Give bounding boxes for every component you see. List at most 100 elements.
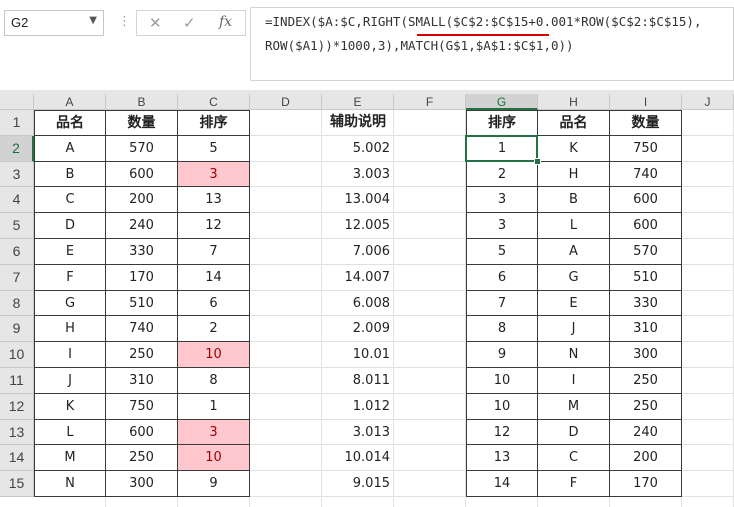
table-cell[interactable]: 3 xyxy=(178,161,250,188)
row-header-6[interactable]: 6 xyxy=(0,239,34,265)
table-cell[interactable]: 10 xyxy=(178,445,250,472)
result-cell[interactable]: 510 xyxy=(610,264,682,291)
table-cell[interactable]: 1 xyxy=(178,393,250,420)
result-cell[interactable]: 250 xyxy=(610,368,682,394)
row-header-9[interactable]: 9 xyxy=(0,316,34,343)
table-cell[interactable]: 330 xyxy=(106,239,178,265)
column-header-b[interactable]: B xyxy=(106,94,178,110)
table-cell[interactable]: 8 xyxy=(178,368,250,394)
result-cell[interactable]: 6 xyxy=(466,264,538,291)
helper-cell[interactable]: 3.003 xyxy=(322,162,394,188)
result-cell[interactable]: 310 xyxy=(610,316,682,343)
result-cell[interactable]: 170 xyxy=(610,471,682,497)
row-header-2[interactable]: 2 xyxy=(0,135,34,162)
table-cell[interactable]: 740 xyxy=(106,316,178,343)
result-cell[interactable]: E xyxy=(538,290,610,317)
table-header-cell[interactable]: 排序 xyxy=(178,110,250,136)
table-cell[interactable]: L xyxy=(34,419,106,446)
table-cell[interactable]: 10 xyxy=(178,342,250,368)
result-header-cell[interactable]: 排序 xyxy=(466,110,538,136)
helper-header-cell[interactable]: 辅助说明 xyxy=(322,110,394,136)
column-header-j[interactable]: J xyxy=(682,94,734,110)
cancel-icon[interactable]: ✕ xyxy=(149,14,162,32)
helper-cell[interactable]: 5.002 xyxy=(322,136,394,162)
result-cell[interactable]: I xyxy=(538,368,610,394)
table-cell[interactable]: 6 xyxy=(178,290,250,317)
table-cell[interactable]: 750 xyxy=(106,393,178,420)
table-cell[interactable]: A xyxy=(34,135,106,162)
result-cell[interactable]: J xyxy=(538,316,610,343)
chevron-down-icon[interactable]: ▼ xyxy=(89,15,97,26)
table-cell[interactable]: 2 xyxy=(178,316,250,343)
helper-cell[interactable]: 14.007 xyxy=(322,265,394,291)
result-cell[interactable]: 12 xyxy=(466,419,538,446)
helper-cell[interactable]: 6.008 xyxy=(322,291,394,317)
result-cell[interactable]: 10 xyxy=(466,393,538,420)
table-cell[interactable]: E xyxy=(34,239,106,265)
confirm-icon[interactable]: ✓ xyxy=(183,14,196,32)
result-cell[interactable]: 5 xyxy=(466,239,538,265)
result-cell[interactable]: 240 xyxy=(610,419,682,446)
table-cell[interactable]: 250 xyxy=(106,342,178,368)
table-cell[interactable]: 250 xyxy=(106,445,178,472)
table-cell[interactable]: 310 xyxy=(106,368,178,394)
column-header-g[interactable]: G xyxy=(466,94,538,110)
row-header-3[interactable]: 3 xyxy=(0,161,34,188)
helper-cell[interactable]: 2.009 xyxy=(322,316,394,342)
table-cell[interactable]: 510 xyxy=(106,290,178,317)
table-header-cell[interactable]: 数量 xyxy=(106,110,178,136)
row-header-13[interactable]: 13 xyxy=(0,419,34,446)
result-cell[interactable]: 8 xyxy=(466,316,538,343)
result-cell[interactable]: 330 xyxy=(610,290,682,317)
table-cell[interactable]: 14 xyxy=(178,264,250,291)
table-cell[interactable]: F xyxy=(34,264,106,291)
result-cell[interactable]: F xyxy=(538,471,610,497)
table-cell[interactable]: K xyxy=(34,393,106,420)
table-cell[interactable]: 200 xyxy=(106,187,178,214)
column-header-h[interactable]: H xyxy=(538,94,610,110)
table-header-cell[interactable]: 品名 xyxy=(34,110,106,136)
helper-cell[interactable]: 10.01 xyxy=(322,342,394,368)
table-cell[interactable]: C xyxy=(34,187,106,214)
result-cell[interactable]: 14 xyxy=(466,471,538,497)
result-header-cell[interactable]: 数量 xyxy=(610,110,682,136)
table-cell[interactable]: 600 xyxy=(106,419,178,446)
fill-handle[interactable] xyxy=(534,157,541,165)
table-cell[interactable]: 12 xyxy=(178,213,250,239)
table-cell[interactable]: 570 xyxy=(106,135,178,162)
result-cell[interactable]: K xyxy=(538,135,610,162)
result-cell[interactable]: C xyxy=(538,445,610,472)
result-cell[interactable]: G xyxy=(538,264,610,291)
table-cell[interactable]: J xyxy=(34,368,106,394)
result-cell[interactable]: D xyxy=(538,419,610,446)
table-cell[interactable]: 9 xyxy=(178,471,250,497)
table-cell[interactable]: 13 xyxy=(178,187,250,214)
table-cell[interactable]: B xyxy=(34,161,106,188)
row-header-11[interactable]: 11 xyxy=(0,368,34,394)
table-cell[interactable]: 3 xyxy=(178,419,250,446)
result-cell[interactable]: 9 xyxy=(466,342,538,368)
result-cell[interactable]: 300 xyxy=(610,342,682,368)
result-cell[interactable]: 3 xyxy=(466,213,538,239)
insert-function-icon[interactable]: fx xyxy=(219,14,232,30)
result-cell[interactable]: 7 xyxy=(466,290,538,317)
row-header-8[interactable]: 8 xyxy=(0,290,34,317)
table-cell[interactable]: D xyxy=(34,213,106,239)
row-header-7[interactable]: 7 xyxy=(0,264,34,291)
result-cell[interactable]: M xyxy=(538,393,610,420)
result-cell[interactable]: N xyxy=(538,342,610,368)
result-cell[interactable]: 250 xyxy=(610,393,682,420)
spreadsheet-grid[interactable]: A B C D E F G H I J 1 2 3 4 5 6 7 8 9 10 11 12 13 14 15 品名 数量 排序 A 57… xyxy=(0,94,734,507)
table-cell[interactable]: N xyxy=(34,471,106,497)
column-header-f[interactable]: F xyxy=(394,94,466,110)
table-cell[interactable]: M xyxy=(34,445,106,472)
result-cell[interactable]: 10 xyxy=(466,368,538,394)
result-cell[interactable]: 570 xyxy=(610,239,682,265)
table-cell[interactable]: H xyxy=(34,316,106,343)
table-cell[interactable]: 240 xyxy=(106,213,178,239)
column-header-c[interactable]: C xyxy=(178,94,250,110)
table-cell[interactable]: 170 xyxy=(106,264,178,291)
select-all-corner[interactable] xyxy=(0,94,34,110)
table-cell[interactable]: I xyxy=(34,342,106,368)
table-cell[interactable]: 5 xyxy=(178,135,250,162)
